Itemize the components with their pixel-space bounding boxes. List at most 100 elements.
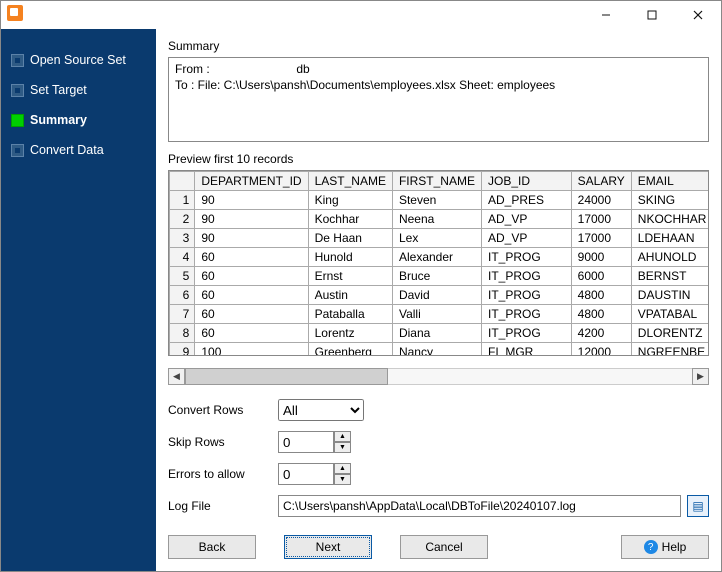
- table-cell[interactable]: 9000: [571, 248, 631, 267]
- table-cell[interactable]: 24000: [571, 191, 631, 210]
- table-cell[interactable]: AD_VP: [481, 210, 571, 229]
- column-header[interactable]: FIRST_NAME: [392, 172, 481, 191]
- table-row[interactable]: 760PataballaValliIT_PROG4800VPATABAL103: [170, 305, 710, 324]
- table-cell[interactable]: BERNST: [631, 267, 709, 286]
- wizard-window: Open Source SetSet TargetSummaryConvert …: [0, 0, 722, 572]
- table-cell[interactable]: King: [308, 191, 392, 210]
- summary-to-line: To : File: C:\Users\pansh\Documents\empl…: [175, 78, 702, 94]
- table-cell[interactable]: 17000: [571, 229, 631, 248]
- scroll-left-icon[interactable]: ◀: [168, 368, 185, 385]
- scroll-right-icon[interactable]: ▶: [692, 368, 709, 385]
- scroll-thumb[interactable]: [185, 368, 388, 385]
- table-cell[interactable]: IT_PROG: [481, 267, 571, 286]
- table-cell[interactable]: Pataballa: [308, 305, 392, 324]
- table-cell[interactable]: VPATABAL: [631, 305, 709, 324]
- table-row[interactable]: 460HunoldAlexanderIT_PROG9000AHUNOLD102: [170, 248, 710, 267]
- table-cell[interactable]: IT_PROG: [481, 305, 571, 324]
- skip-rows-down-button[interactable]: ▼: [334, 442, 351, 453]
- table-cell[interactable]: AD_PRES: [481, 191, 571, 210]
- table-cell[interactable]: Greenberg: [308, 343, 392, 356]
- table-cell[interactable]: Alexander: [392, 248, 481, 267]
- errors-down-button[interactable]: ▼: [334, 474, 351, 485]
- table-cell[interactable]: Bruce: [392, 267, 481, 286]
- errors-up-button[interactable]: ▲: [334, 463, 351, 474]
- maximize-button[interactable]: [629, 1, 675, 29]
- browse-log-button[interactable]: ▤: [687, 495, 709, 517]
- table-cell[interactable]: Diana: [392, 324, 481, 343]
- table-cell[interactable]: 4800: [571, 286, 631, 305]
- table-row[interactable]: 390De HaanLexAD_VP17000LDEHAAN100: [170, 229, 710, 248]
- table-cell[interactable]: Kochhar: [308, 210, 392, 229]
- next-button[interactable]: Next: [284, 535, 372, 559]
- table-cell[interactable]: IT_PROG: [481, 248, 571, 267]
- table-cell[interactable]: 4200: [571, 324, 631, 343]
- table-row[interactable]: 9100GreenbergNancyFI_MGR12000NGREENBE101: [170, 343, 710, 356]
- horizontal-scrollbar[interactable]: ◀ ▶: [168, 368, 709, 385]
- summary-from-value: db: [296, 62, 309, 76]
- back-button[interactable]: Back: [168, 535, 256, 559]
- table-cell[interactable]: 90: [195, 191, 308, 210]
- table-row[interactable]: 290KochharNeenaAD_VP17000NKOCHHAR100: [170, 210, 710, 229]
- table-cell[interactable]: 60: [195, 267, 308, 286]
- table-cell[interactable]: FI_MGR: [481, 343, 571, 356]
- table-row[interactable]: 560ErnstBruceIT_PROG6000BERNST103: [170, 267, 710, 286]
- table-row[interactable]: 190KingStevenAD_PRES24000SKINGnull: [170, 191, 710, 210]
- table-cell[interactable]: 6000: [571, 267, 631, 286]
- table-cell[interactable]: David: [392, 286, 481, 305]
- table-cell[interactable]: Lorentz: [308, 324, 392, 343]
- table-cell[interactable]: LDEHAAN: [631, 229, 709, 248]
- cancel-button[interactable]: Cancel: [400, 535, 488, 559]
- table-cell[interactable]: Nancy: [392, 343, 481, 356]
- table-cell[interactable]: Valli: [392, 305, 481, 324]
- step-indicator-icon: [11, 84, 24, 97]
- row-number: 1: [170, 191, 195, 210]
- table-cell[interactable]: De Haan: [308, 229, 392, 248]
- table-row[interactable]: 660AustinDavidIT_PROG4800DAUSTIN103: [170, 286, 710, 305]
- wizard-step-convert-data[interactable]: Convert Data: [1, 135, 156, 165]
- table-row[interactable]: 860LorentzDianaIT_PROG4200DLORENTZ103: [170, 324, 710, 343]
- help-button[interactable]: ? Help: [621, 535, 709, 559]
- table-cell[interactable]: 90: [195, 229, 308, 248]
- table-cell[interactable]: Ernst: [308, 267, 392, 286]
- wizard-step-summary[interactable]: Summary: [1, 105, 156, 135]
- table-cell[interactable]: 60: [195, 305, 308, 324]
- table-cell[interactable]: Steven: [392, 191, 481, 210]
- table-cell[interactable]: Neena: [392, 210, 481, 229]
- table-cell[interactable]: 17000: [571, 210, 631, 229]
- table-cell[interactable]: 90: [195, 210, 308, 229]
- table-cell[interactable]: Lex: [392, 229, 481, 248]
- skip-rows-up-button[interactable]: ▲: [334, 431, 351, 442]
- table-cell[interactable]: DAUSTIN: [631, 286, 709, 305]
- table-cell[interactable]: IT_PROG: [481, 286, 571, 305]
- column-header[interactable]: JOB_ID: [481, 172, 571, 191]
- table-cell[interactable]: AD_VP: [481, 229, 571, 248]
- wizard-step-set-target[interactable]: Set Target: [1, 75, 156, 105]
- table-cell[interactable]: Austin: [308, 286, 392, 305]
- convert-rows-select[interactable]: All: [278, 399, 364, 421]
- column-header[interactable]: LAST_NAME: [308, 172, 392, 191]
- table-cell[interactable]: 4800: [571, 305, 631, 324]
- column-header[interactable]: EMAIL: [631, 172, 709, 191]
- skip-rows-input[interactable]: [278, 431, 334, 453]
- table-cell[interactable]: NKOCHHAR: [631, 210, 709, 229]
- log-file-input[interactable]: [278, 495, 681, 517]
- close-button[interactable]: [675, 1, 721, 29]
- row-number: 5: [170, 267, 195, 286]
- table-cell[interactable]: DLORENTZ: [631, 324, 709, 343]
- wizard-step-open-source-set[interactable]: Open Source Set: [1, 45, 156, 75]
- column-header[interactable]: DEPARTMENT_ID: [195, 172, 308, 191]
- table-cell[interactable]: Hunold: [308, 248, 392, 267]
- column-header[interactable]: SALARY: [571, 172, 631, 191]
- table-cell[interactable]: 60: [195, 286, 308, 305]
- table-cell[interactable]: 100: [195, 343, 308, 356]
- table-cell[interactable]: 60: [195, 324, 308, 343]
- minimize-button[interactable]: [583, 1, 629, 29]
- table-cell[interactable]: AHUNOLD: [631, 248, 709, 267]
- errors-input[interactable]: [278, 463, 334, 485]
- table-cell[interactable]: 60: [195, 248, 308, 267]
- table-cell[interactable]: NGREENBE: [631, 343, 709, 356]
- step-indicator-icon: [11, 144, 24, 157]
- table-cell[interactable]: SKING: [631, 191, 709, 210]
- table-cell[interactable]: IT_PROG: [481, 324, 571, 343]
- table-cell[interactable]: 12000: [571, 343, 631, 356]
